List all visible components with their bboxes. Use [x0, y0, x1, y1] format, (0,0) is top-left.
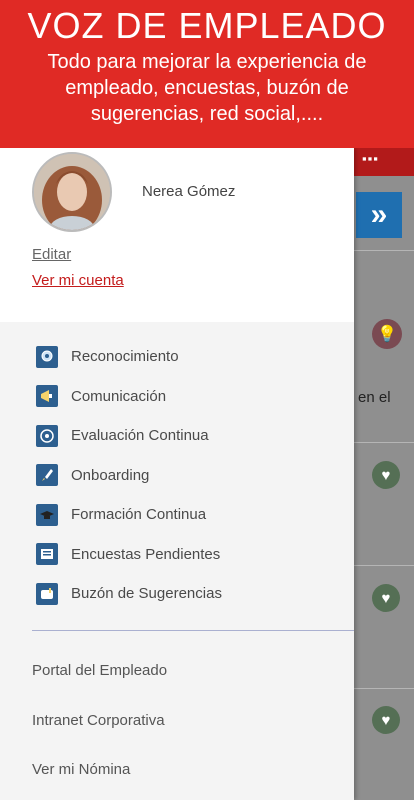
menu-item-label: Evaluación Continua [71, 427, 209, 445]
external-links: Portal del Empleado Intranet Corporativa… [0, 646, 354, 795]
more-options-icon: ▪▪▪ [362, 151, 379, 166]
link-intranet-corporativa[interactable]: Intranet Corporativa [0, 696, 354, 746]
graduation-cap-icon [36, 503, 58, 526]
main-menu: Reconocimiento Comunicación Evaluación C… [0, 337, 354, 614]
background-separator [354, 565, 414, 566]
survey-icon [36, 543, 58, 566]
menu-item-evaluacion-continua[interactable]: Evaluación Continua [0, 416, 354, 456]
banner-title: VOZ DE EMPLEADO [27, 5, 387, 46]
link-ver-mi-nomina[interactable]: Ver mi Nómina [0, 745, 354, 795]
background-partial-text: en el [358, 389, 391, 406]
mailbox-icon [36, 582, 58, 605]
menu-item-formacion-continua[interactable]: Formación Continua [0, 495, 354, 535]
menu-item-comunicacion[interactable]: Comunicación [0, 377, 354, 417]
menu-item-label: Buzón de Sugerencias [71, 585, 222, 603]
view-account-link[interactable]: Ver mi cuenta [32, 272, 124, 289]
heart-icon: ♥ [372, 461, 400, 489]
background-separator [354, 442, 414, 443]
forward-chevron-icon: » [356, 192, 402, 238]
heart-icon: ♥ [372, 584, 400, 612]
lightbulb-icon: 💡 [372, 319, 402, 349]
promo-banner: VOZ DE EMPLEADO Todo para mejorar la exp… [0, 0, 414, 148]
background-separator [354, 250, 414, 251]
menu-item-buzon-de-sugerencias[interactable]: Buzón de Sugerencias [0, 574, 354, 614]
menu-item-encuestas-pendientes[interactable]: Encuestas Pendientes [0, 535, 354, 575]
background-separator [354, 688, 414, 689]
avatar-image [34, 154, 110, 230]
profile-header: Nerea Gómez Editar Ver mi cuenta [0, 148, 354, 322]
menu-item-label: Onboarding [71, 466, 150, 484]
user-name: Nerea Gómez [142, 183, 236, 200]
award-icon [36, 345, 58, 368]
edit-profile-link[interactable]: Editar [32, 246, 71, 263]
heart-icon: ♥ [372, 706, 400, 734]
menu-item-label: Formación Continua [71, 506, 207, 524]
megaphone-icon [36, 385, 58, 408]
rocket-icon [36, 464, 58, 487]
evaluation-icon [36, 424, 58, 447]
link-portal-del-empleado[interactable]: Portal del Empleado [0, 646, 354, 696]
menu-item-label: Comunicación [71, 387, 167, 405]
menu-divider [32, 630, 354, 631]
avatar[interactable] [32, 152, 112, 232]
menu-item-label: Reconocimiento [71, 348, 179, 366]
navigation-drawer: Nerea Gómez Editar Ver mi cuenta Reconoc… [0, 148, 354, 800]
banner-subtitle: Todo para mejorar la experiencia de empl… [47, 51, 367, 125]
menu-item-label: Encuestas Pendientes [71, 545, 221, 563]
menu-item-reconocimiento[interactable]: Reconocimiento [0, 337, 354, 377]
menu-item-onboarding[interactable]: Onboarding [0, 456, 354, 496]
